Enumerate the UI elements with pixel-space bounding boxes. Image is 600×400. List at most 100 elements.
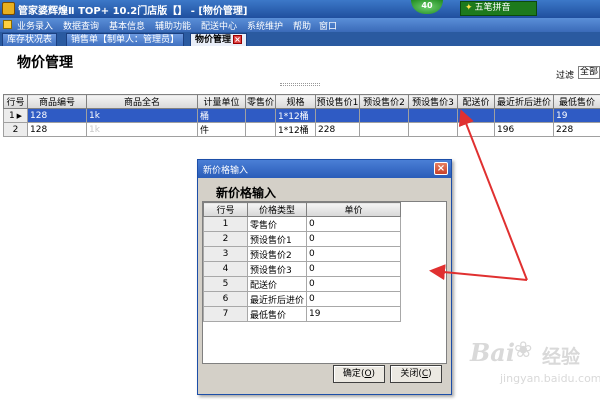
preset-price-1-cell[interactable]: 228 (315, 122, 360, 137)
row-number-cell: 7 (203, 306, 248, 322)
spec-cell[interactable]: 1*12桶 (275, 108, 316, 123)
column-header-recent-cost[interactable]: 最近折后进价 (494, 94, 554, 109)
dialog-title: 新价格输入 (203, 166, 249, 176)
close-icon[interactable]: × (434, 162, 448, 175)
menu-item-window[interactable]: 窗口 (319, 19, 337, 32)
min-price-cell[interactable]: 228 (553, 122, 600, 137)
unit-cell[interactable]: 桶 (197, 108, 246, 123)
tab-sales-order[interactable]: 销售单【制单人：管理员】 (66, 33, 185, 46)
ime-indicator[interactable]: ✦ 五笔拼音 (460, 1, 537, 16)
retail-price-cell[interactable] (245, 122, 276, 137)
row-number-cell: 3 (203, 246, 248, 262)
column-header-preset-price-1[interactable]: 预设售价1 (315, 94, 360, 109)
price-type-cell: 最低售价 (247, 306, 307, 322)
column-header-product-name[interactable]: 商品全名 (86, 94, 198, 109)
menu-item-business-entry[interactable]: 业务录入 (17, 19, 53, 32)
table-row[interactable]: 2 128 1k 件 1*12桶 228 196 228 (3, 122, 600, 137)
min-price-cell[interactable]: 19 (553, 108, 600, 123)
price-type-cell: 配送价 (247, 276, 307, 292)
close-icon[interactable]: × (233, 35, 243, 44)
row-pointer-icon: ▶ (16, 111, 23, 120)
preset-price-3-cell[interactable] (408, 108, 458, 123)
menu-item-basic-info[interactable]: 基本信息 (109, 19, 145, 32)
tab-price-management[interactable]: 物价管理 × (190, 33, 248, 46)
row-number: 1 (8, 110, 15, 121)
column-header-min-price[interactable]: 最低售价 (553, 94, 600, 109)
column-header-distribution-price[interactable]: 配送价 (457, 94, 495, 109)
tab-label: 物价管理 (195, 35, 232, 45)
row-number-cell: 2 (203, 231, 248, 247)
table-row[interactable]: 6 最近折后进价 0 (203, 291, 401, 307)
recent-cost-cell[interactable]: 196 (494, 122, 554, 137)
dialog-titlebar[interactable]: 新价格输入 × (198, 160, 451, 178)
preset-price-3-cell[interactable] (408, 122, 458, 137)
ime-icon: ✦ (465, 3, 473, 13)
unit-price-input[interactable]: 0 (306, 276, 401, 292)
ok-button-shortcut: O (364, 369, 372, 379)
distribution-price-cell[interactable] (457, 122, 495, 137)
column-header-spec[interactable]: 规格 (275, 94, 316, 109)
recent-cost-cell[interactable] (494, 108, 554, 123)
unit-price-input[interactable]: 19 (306, 306, 401, 322)
unit-price-input[interactable]: 0 (306, 261, 401, 277)
column-header-retail-price[interactable]: 零售价 (245, 94, 276, 109)
menu-item-distribution-center[interactable]: 配送中心 (201, 19, 237, 32)
price-type-cell: 零售价 (247, 216, 307, 232)
table-row[interactable]: 7 最低售价 19 (203, 306, 401, 322)
notification-badge[interactable]: 40 (411, 0, 443, 14)
row-number-cell: 2 (3, 122, 28, 137)
column-header-price-type[interactable]: 价格类型 (247, 202, 307, 217)
row-number-cell: 6 (203, 291, 248, 307)
table-row[interactable]: 5 配送价 0 (203, 276, 401, 292)
column-header-preset-price-2[interactable]: 预设售价2 (359, 94, 409, 109)
column-header-unit-price[interactable]: 单价 (306, 202, 401, 217)
menu-item-help[interactable]: 帮助 (293, 19, 311, 32)
watermark-url: jingyan.baidu.com (500, 372, 600, 385)
table-row[interactable]: 4 预设售价3 0 (203, 261, 401, 277)
product-code-cell[interactable]: 128 (27, 122, 87, 137)
spec-cell[interactable]: 1*12桶 (275, 122, 316, 137)
ok-button[interactable]: 确定(O) (333, 365, 385, 383)
product-name-cell[interactable]: 1k (86, 122, 198, 137)
distribution-price-cell[interactable] (457, 108, 495, 123)
preset-price-2-cell[interactable] (359, 122, 409, 137)
menu-app-icon (3, 20, 12, 29)
tab-label: 库存状况表 (7, 35, 53, 45)
row-number-cell: 1 (203, 216, 248, 232)
unit-price-input[interactable]: 0 (306, 216, 401, 232)
price-type-cell: 最近折后进价 (247, 291, 307, 307)
preset-price-1-cell[interactable] (315, 108, 360, 123)
column-header-row-number[interactable]: 行号 (3, 94, 28, 109)
column-header-product-code[interactable]: 商品编号 (27, 94, 87, 109)
close-button[interactable]: 关闭(C) (390, 365, 442, 383)
close-button-label: 关闭 (400, 369, 419, 379)
product-name-cell[interactable]: 1k (86, 108, 198, 123)
filter-select[interactable]: 全部 (578, 66, 600, 79)
product-code-cell[interactable]: 128 (27, 108, 87, 123)
table-row[interactable]: 2 预设售价1 0 (203, 231, 401, 247)
table-row[interactable]: 1 零售价 0 (203, 216, 401, 232)
table-header-row: 行号 价格类型 单价 (203, 202, 401, 217)
column-header-row-number[interactable]: 行号 (203, 202, 248, 217)
unit-price-input[interactable]: 0 (306, 291, 401, 307)
menu-item-system-maintenance[interactable]: 系统维护 (247, 19, 283, 32)
unit-price-input[interactable]: 0 (306, 246, 401, 262)
column-header-unit[interactable]: 计量单位 (197, 94, 246, 109)
menu-item-data-query[interactable]: 数据查询 (63, 19, 99, 32)
table-row[interactable]: 1 ▶ 128 1k 桶 1*12桶 19 (3, 108, 600, 123)
price-table: 行号 商品编号 商品全名 计量单位 零售价 规格 预设售价1 预设售价2 预设售… (3, 94, 600, 137)
window-titlebar: 管家婆辉煌Ⅱ TOP+ 10.2门店版【】 - [物价管理] 40 ✦ 五笔拼音 (0, 0, 600, 18)
baidu-watermark: Bai ❀ 经验 jingyan.baidu.com (470, 338, 600, 396)
menu-item-aux-functions[interactable]: 辅助功能 (155, 19, 191, 32)
preset-price-2-cell[interactable] (359, 108, 409, 123)
ime-label: 五笔拼音 (474, 3, 511, 13)
column-header-preset-price-3[interactable]: 预设售价3 (408, 94, 458, 109)
table-row[interactable]: 3 预设售价2 0 (203, 246, 401, 262)
tab-inventory-status[interactable]: 库存状况表 (2, 33, 58, 46)
unit-cell[interactable]: 件 (197, 122, 246, 137)
retail-price-cell[interactable] (245, 108, 276, 123)
unit-price-input[interactable]: 0 (306, 231, 401, 247)
row-number-cell: 5 (203, 276, 248, 292)
page-title: 物价管理 (17, 55, 73, 71)
splitter-grip[interactable] (280, 83, 320, 86)
